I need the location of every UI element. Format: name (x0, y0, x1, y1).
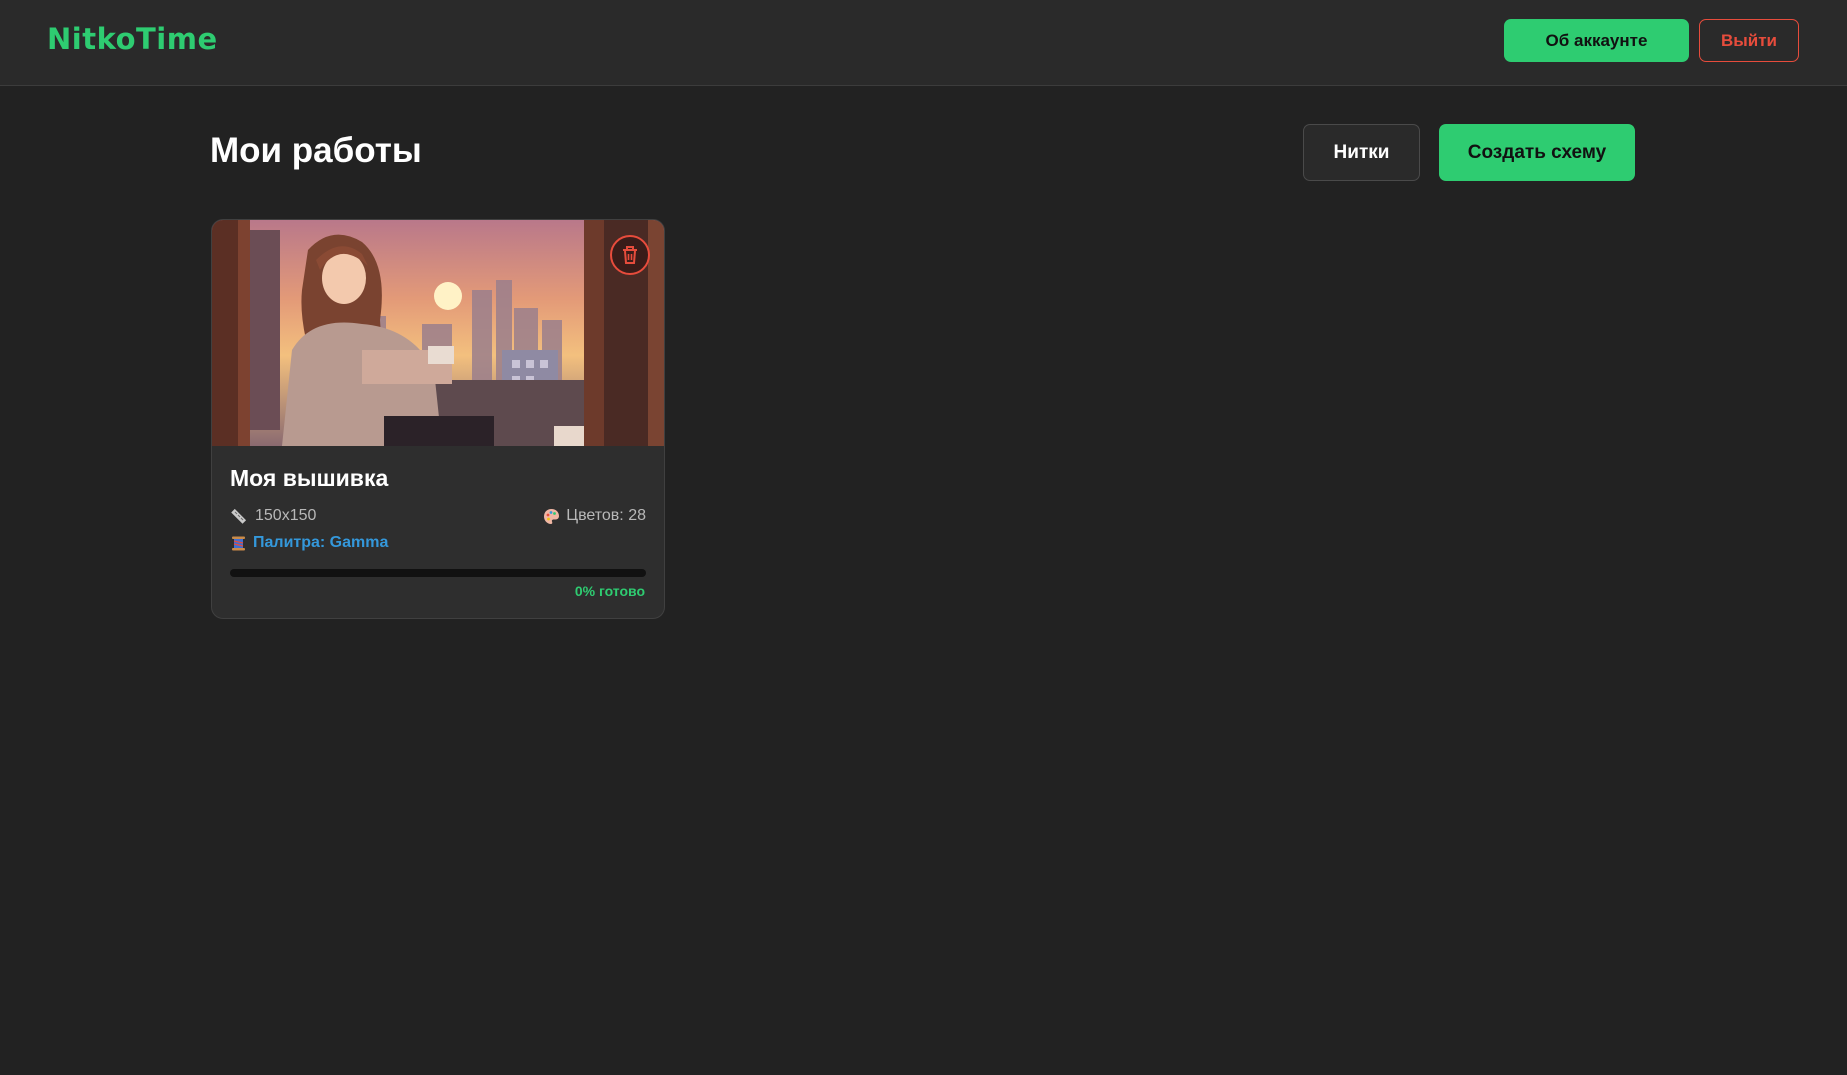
delete-work-button[interactable] (610, 235, 650, 275)
ruler-icon (231, 508, 247, 524)
work-progress-bar (230, 569, 646, 577)
work-palette[interactable]: Палитра: Gamma (230, 534, 388, 552)
work-card[interactable]: Моя вышивка 150x150 Цветов: 28 Палитра: … (211, 219, 665, 619)
work-title[interactable]: Моя вышивка (230, 465, 388, 492)
work-size: 150x150 (255, 507, 317, 524)
create-scheme-button[interactable]: Создать схему (1439, 124, 1635, 181)
trash-icon (623, 246, 637, 264)
work-meta-row: 150x150 Цветов: 28 (230, 507, 646, 525)
app-logo[interactable]: NitkoTime (47, 22, 218, 56)
threads-button[interactable]: Нитки (1303, 124, 1420, 181)
page-title: Мои работы (210, 131, 422, 170)
work-preview-image[interactable] (212, 220, 664, 446)
pixel-art-illustration (212, 220, 664, 446)
work-colors-count: Цветов: 28 (566, 507, 646, 524)
work-palette-label: Палитра: Gamma (253, 534, 389, 551)
top-bar: NitkoTime Об аккаунте Выйти (0, 0, 1847, 86)
palette-icon (544, 508, 560, 524)
thread-spool-icon (232, 536, 245, 550)
work-progress-label: 0% готово (574, 583, 645, 599)
logout-button[interactable]: Выйти (1699, 19, 1799, 62)
account-button[interactable]: Об аккаунте (1504, 19, 1689, 62)
